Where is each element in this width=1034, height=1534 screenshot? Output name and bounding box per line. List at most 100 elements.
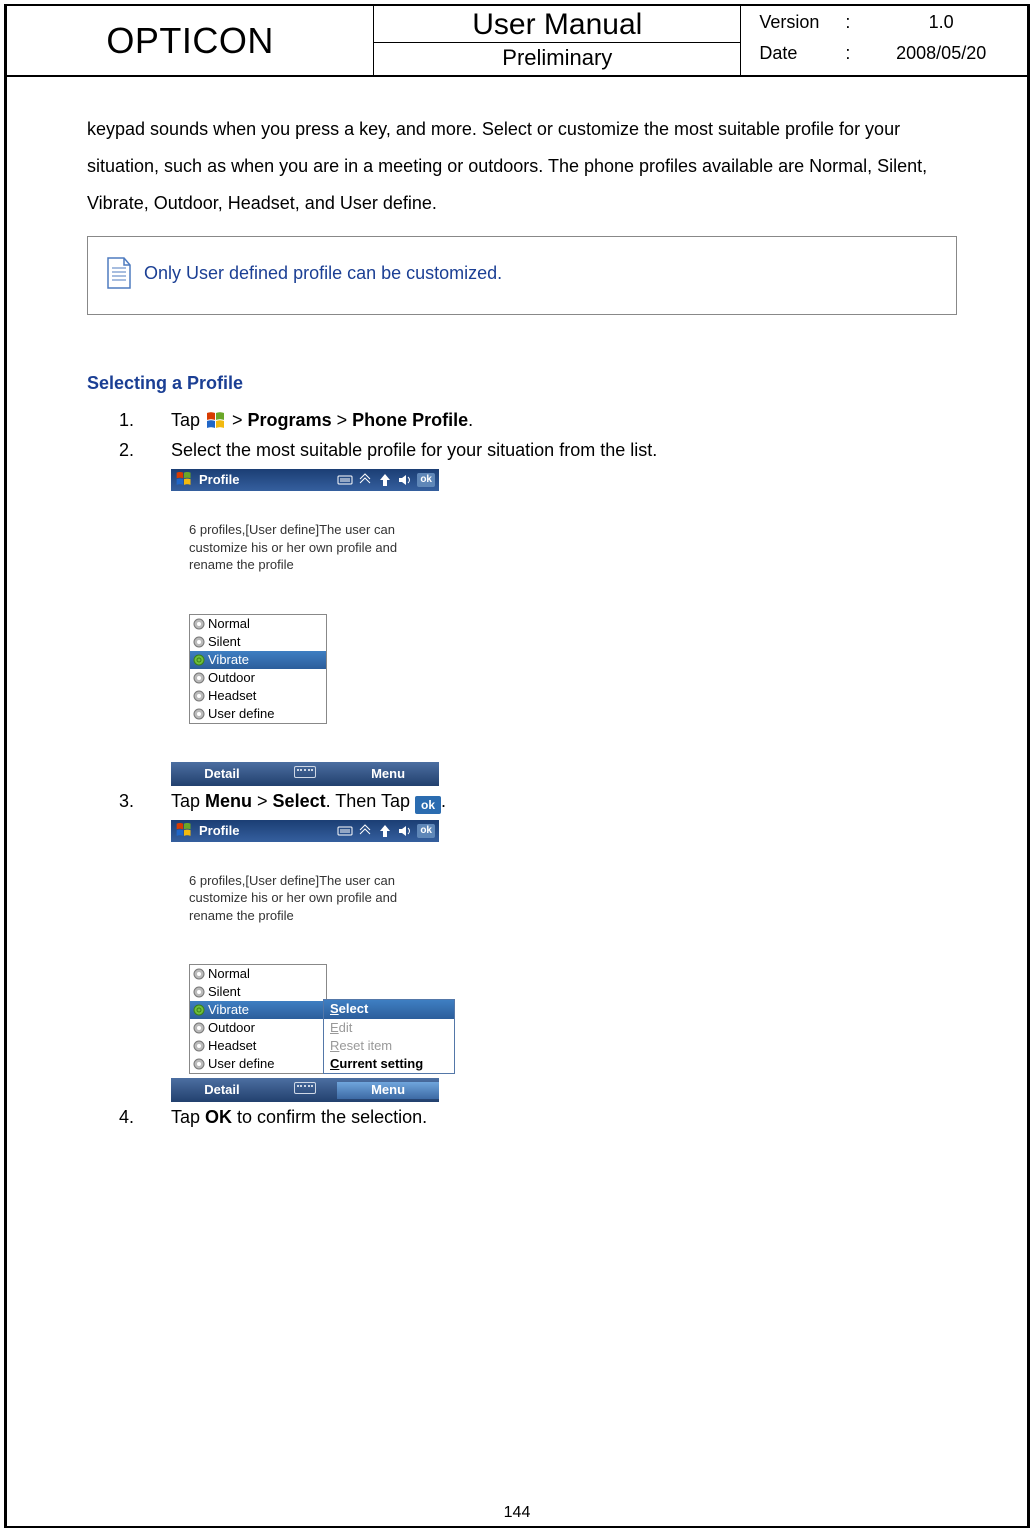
profile-label: Silent — [208, 984, 241, 1000]
gear-icon — [193, 618, 205, 630]
profile-label: Outdoor — [208, 670, 255, 686]
step-4: Tap OK to confirm the selection. — [171, 1104, 957, 1132]
step-text: Tap — [171, 410, 205, 430]
list-item[interactable]: User define — [190, 1055, 326, 1073]
window-title: Profile — [199, 472, 337, 488]
document-header: OPTICON User Manual Preliminary Version … — [7, 6, 1027, 77]
signal-icon — [377, 824, 393, 838]
gear-icon — [193, 654, 205, 666]
profile-label: Normal — [208, 966, 250, 982]
profile-list[interactable]: Normal Silent Vibrate Outdoor Headset Us… — [189, 614, 327, 724]
softkey-keyboard[interactable] — [273, 1082, 337, 1098]
list-item-selected[interactable]: Vibrate — [190, 1001, 326, 1019]
gear-icon — [193, 1058, 205, 1070]
list-item[interactable]: Headset — [190, 1037, 326, 1055]
menu-item-current-setting[interactable]: Current setting — [324, 1055, 454, 1073]
select-label: Select — [273, 791, 326, 811]
phone-profile-label: Phone Profile — [352, 410, 468, 430]
list-item[interactable]: Outdoor — [190, 669, 326, 687]
keyboard-icon — [294, 1082, 316, 1094]
list-item[interactable]: Headset — [190, 687, 326, 705]
windows-start-icon[interactable] — [175, 822, 193, 840]
profile-label: Headset — [208, 688, 256, 704]
gear-icon — [193, 708, 205, 720]
menu-item-reset[interactable]: Reset item — [324, 1037, 454, 1055]
brand: OPTICON — [7, 6, 374, 75]
step-text: . — [468, 410, 473, 430]
list-item[interactable]: Normal — [190, 965, 326, 983]
step-text: > — [252, 791, 273, 811]
speaker-icon — [397, 473, 413, 487]
date-label: Date — [759, 43, 845, 64]
programs-label: Programs — [248, 410, 332, 430]
connection-icon — [357, 473, 373, 487]
page-number: 144 — [7, 1504, 1027, 1522]
profile-label: Headset — [208, 1038, 256, 1054]
screenshot-description: 6 profiles,[User define]The user can cus… — [189, 872, 433, 925]
signal-icon — [377, 473, 393, 487]
profile-label: Normal — [208, 616, 250, 632]
windows-start-icon[interactable] — [175, 471, 193, 489]
ok-button[interactable]: ok — [417, 824, 435, 838]
step-text: . — [441, 791, 446, 811]
softkey-detail[interactable]: Detail — [171, 1082, 273, 1098]
step-1: Tap > Programs > Phone Profile. — [171, 407, 957, 435]
profile-label: Silent — [208, 634, 241, 650]
gear-icon — [193, 690, 205, 702]
step-text: Tap — [171, 791, 205, 811]
gear-icon — [193, 1022, 205, 1034]
colon: : — [845, 43, 869, 64]
list-item[interactable]: Silent — [190, 983, 326, 1001]
step-text: . Then Tap — [326, 791, 415, 811]
profile-list[interactable]: Normal Silent Vibrate Outdoor Headset Us… — [189, 964, 327, 1074]
note-box: Only User defined profile can be customi… — [87, 236, 957, 315]
step-text: Tap — [171, 1107, 205, 1127]
step-text: to confirm the selection. — [232, 1107, 427, 1127]
ok-icon: ok — [415, 796, 441, 814]
softkey-menu[interactable]: Menu — [337, 1082, 439, 1098]
step-text: Select the most suitable profile for you… — [171, 440, 657, 460]
list-item[interactable]: User define — [190, 705, 326, 723]
note-text: Only User defined profile can be customi… — [144, 255, 502, 292]
list-item-selected[interactable]: Vibrate — [190, 651, 326, 669]
step-text: > — [332, 410, 353, 430]
ok-button[interactable]: ok — [417, 473, 435, 487]
profile-label: Vibrate — [208, 1002, 249, 1018]
screenshot-description: 6 profiles,[User define]The user can cus… — [189, 521, 433, 574]
colon: : — [845, 12, 869, 33]
profile-label: User define — [208, 1056, 274, 1072]
windows-start-icon — [205, 411, 227, 433]
section-heading: Selecting a Profile — [87, 365, 957, 402]
screenshot-profile-list: Profile ok 6 profiles,[User define]The u… — [171, 469, 439, 786]
menu-item-select[interactable]: Select — [324, 1000, 454, 1018]
screenshot-menu-popup: Profile ok 6 profiles,[User define]The u… — [171, 820, 439, 1103]
softkey-keyboard[interactable] — [273, 766, 337, 782]
gear-icon — [193, 672, 205, 684]
date-value: 2008/05/20 — [869, 43, 1013, 64]
intro-paragraph: keypad sounds when you press a key, and … — [87, 111, 957, 222]
gear-icon — [193, 1004, 205, 1016]
note-icon — [104, 256, 134, 290]
keyboard-icon — [294, 766, 316, 778]
doc-title: User Manual — [374, 6, 740, 42]
step-2: Select the most suitable profile for you… — [171, 437, 957, 786]
version-label: Version — [759, 12, 845, 33]
window-title: Profile — [199, 823, 337, 839]
softkey-menu[interactable]: Menu — [337, 766, 439, 782]
profile-label: Outdoor — [208, 1020, 255, 1036]
profile-label: User define — [208, 706, 274, 722]
list-item[interactable]: Silent — [190, 633, 326, 651]
list-item[interactable]: Normal — [190, 615, 326, 633]
gear-icon — [193, 986, 205, 998]
speaker-icon — [397, 824, 413, 838]
step-text: > — [227, 410, 248, 430]
menu-item-edit[interactable]: Edit — [324, 1019, 454, 1037]
keyboard-status-icon — [337, 473, 353, 487]
menu-popup: Select Edit Reset item Current setting — [323, 999, 455, 1074]
gear-icon — [193, 968, 205, 980]
menu-label: Menu — [205, 791, 252, 811]
gear-icon — [193, 1040, 205, 1052]
gear-icon — [193, 636, 205, 648]
list-item[interactable]: Outdoor — [190, 1019, 326, 1037]
softkey-detail[interactable]: Detail — [171, 766, 273, 782]
